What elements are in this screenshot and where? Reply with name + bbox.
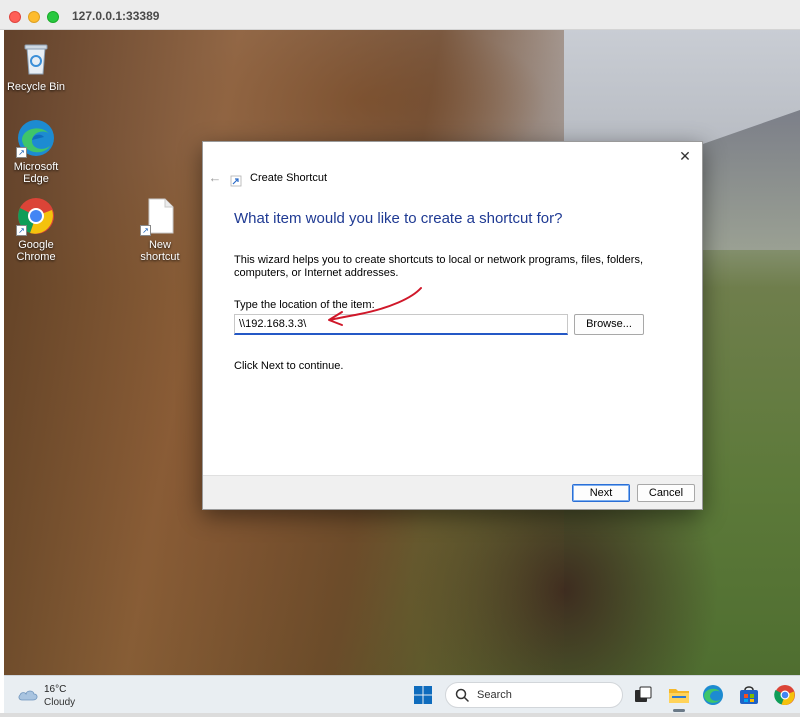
desktop-icon-label: Google Chrome bbox=[16, 239, 56, 263]
store-icon[interactable] bbox=[737, 683, 761, 707]
weather-temperature: 16°C bbox=[44, 684, 67, 695]
location-input[interactable] bbox=[234, 314, 568, 335]
window-title: 127.0.0.1:33389 bbox=[72, 9, 160, 23]
weather-condition: Cloudy bbox=[44, 697, 76, 708]
start-icon[interactable] bbox=[411, 683, 435, 707]
task-view-icon[interactable] bbox=[631, 683, 655, 707]
search-icon bbox=[455, 688, 469, 702]
desktop-icon-edge[interactable]: ↗ Microsoft Edge bbox=[4, 118, 68, 185]
shortcut-arrow-icon: ↗ bbox=[16, 225, 27, 236]
location-label: Type the location of the item: bbox=[234, 299, 375, 311]
desktop-icon-label: Microsoft Edge bbox=[13, 161, 59, 185]
shortcut-arrow-icon: ↗ bbox=[140, 225, 151, 236]
next-button[interactable]: Next bbox=[572, 484, 630, 502]
browse-button[interactable]: Browse... bbox=[574, 314, 644, 335]
cloud-icon bbox=[18, 690, 38, 701]
close-icon[interactable]: ✕ bbox=[674, 146, 696, 166]
close-window-button[interactable] bbox=[9, 11, 21, 23]
dialog-title: Create Shortcut bbox=[250, 172, 328, 184]
dialog-heading: What item would you like to create a sho… bbox=[234, 210, 563, 227]
blank-file-icon: ↗ bbox=[140, 196, 180, 236]
taskbar: 16°C Cloudy Search bbox=[4, 675, 800, 713]
minimize-window-button[interactable] bbox=[28, 11, 40, 23]
chrome-icon: ↗ bbox=[16, 196, 56, 236]
chrome-taskbar-icon[interactable] bbox=[773, 683, 797, 707]
weather-widget[interactable]: 16°C Cloudy bbox=[18, 682, 108, 710]
edge-taskbar-icon[interactable] bbox=[701, 683, 725, 707]
desktop-icon-label: Recycle Bin bbox=[6, 81, 66, 93]
back-arrow-icon[interactable]: ← bbox=[207, 170, 223, 186]
dialog-description: This wizard helps you to create shortcut… bbox=[234, 254, 644, 279]
desktop-icon-recycle-bin[interactable]: Recycle Bin bbox=[4, 38, 68, 93]
maximize-window-button[interactable] bbox=[47, 11, 59, 23]
window-titlebar: 127.0.0.1:33389 bbox=[0, 0, 800, 30]
edge-icon: ↗ bbox=[16, 118, 56, 158]
shortcut-arrow-icon: ↗ bbox=[16, 147, 27, 158]
dialog-footer: Next Cancel bbox=[203, 475, 702, 509]
continue-instruction: Click Next to continue. bbox=[234, 360, 344, 372]
recycle-bin-icon bbox=[16, 38, 56, 78]
file-explorer-icon[interactable] bbox=[667, 683, 691, 707]
create-shortcut-dialog: ✕ ← Create Shortcut What item would you … bbox=[202, 141, 703, 510]
desktop-icon-label: New shortcut bbox=[140, 239, 180, 263]
desktop-icon-chrome[interactable]: ↗ Google Chrome bbox=[4, 196, 68, 263]
search-placeholder: Search bbox=[477, 689, 512, 701]
desktop-icon-new-shortcut[interactable]: ↗ New shortcut bbox=[128, 196, 192, 263]
cancel-button[interactable]: Cancel bbox=[637, 484, 695, 502]
window-bottom-edge bbox=[0, 713, 800, 717]
active-app-indicator bbox=[673, 709, 685, 712]
taskbar-search[interactable]: Search bbox=[445, 682, 623, 708]
shortcut-wizard-icon bbox=[230, 174, 242, 187]
